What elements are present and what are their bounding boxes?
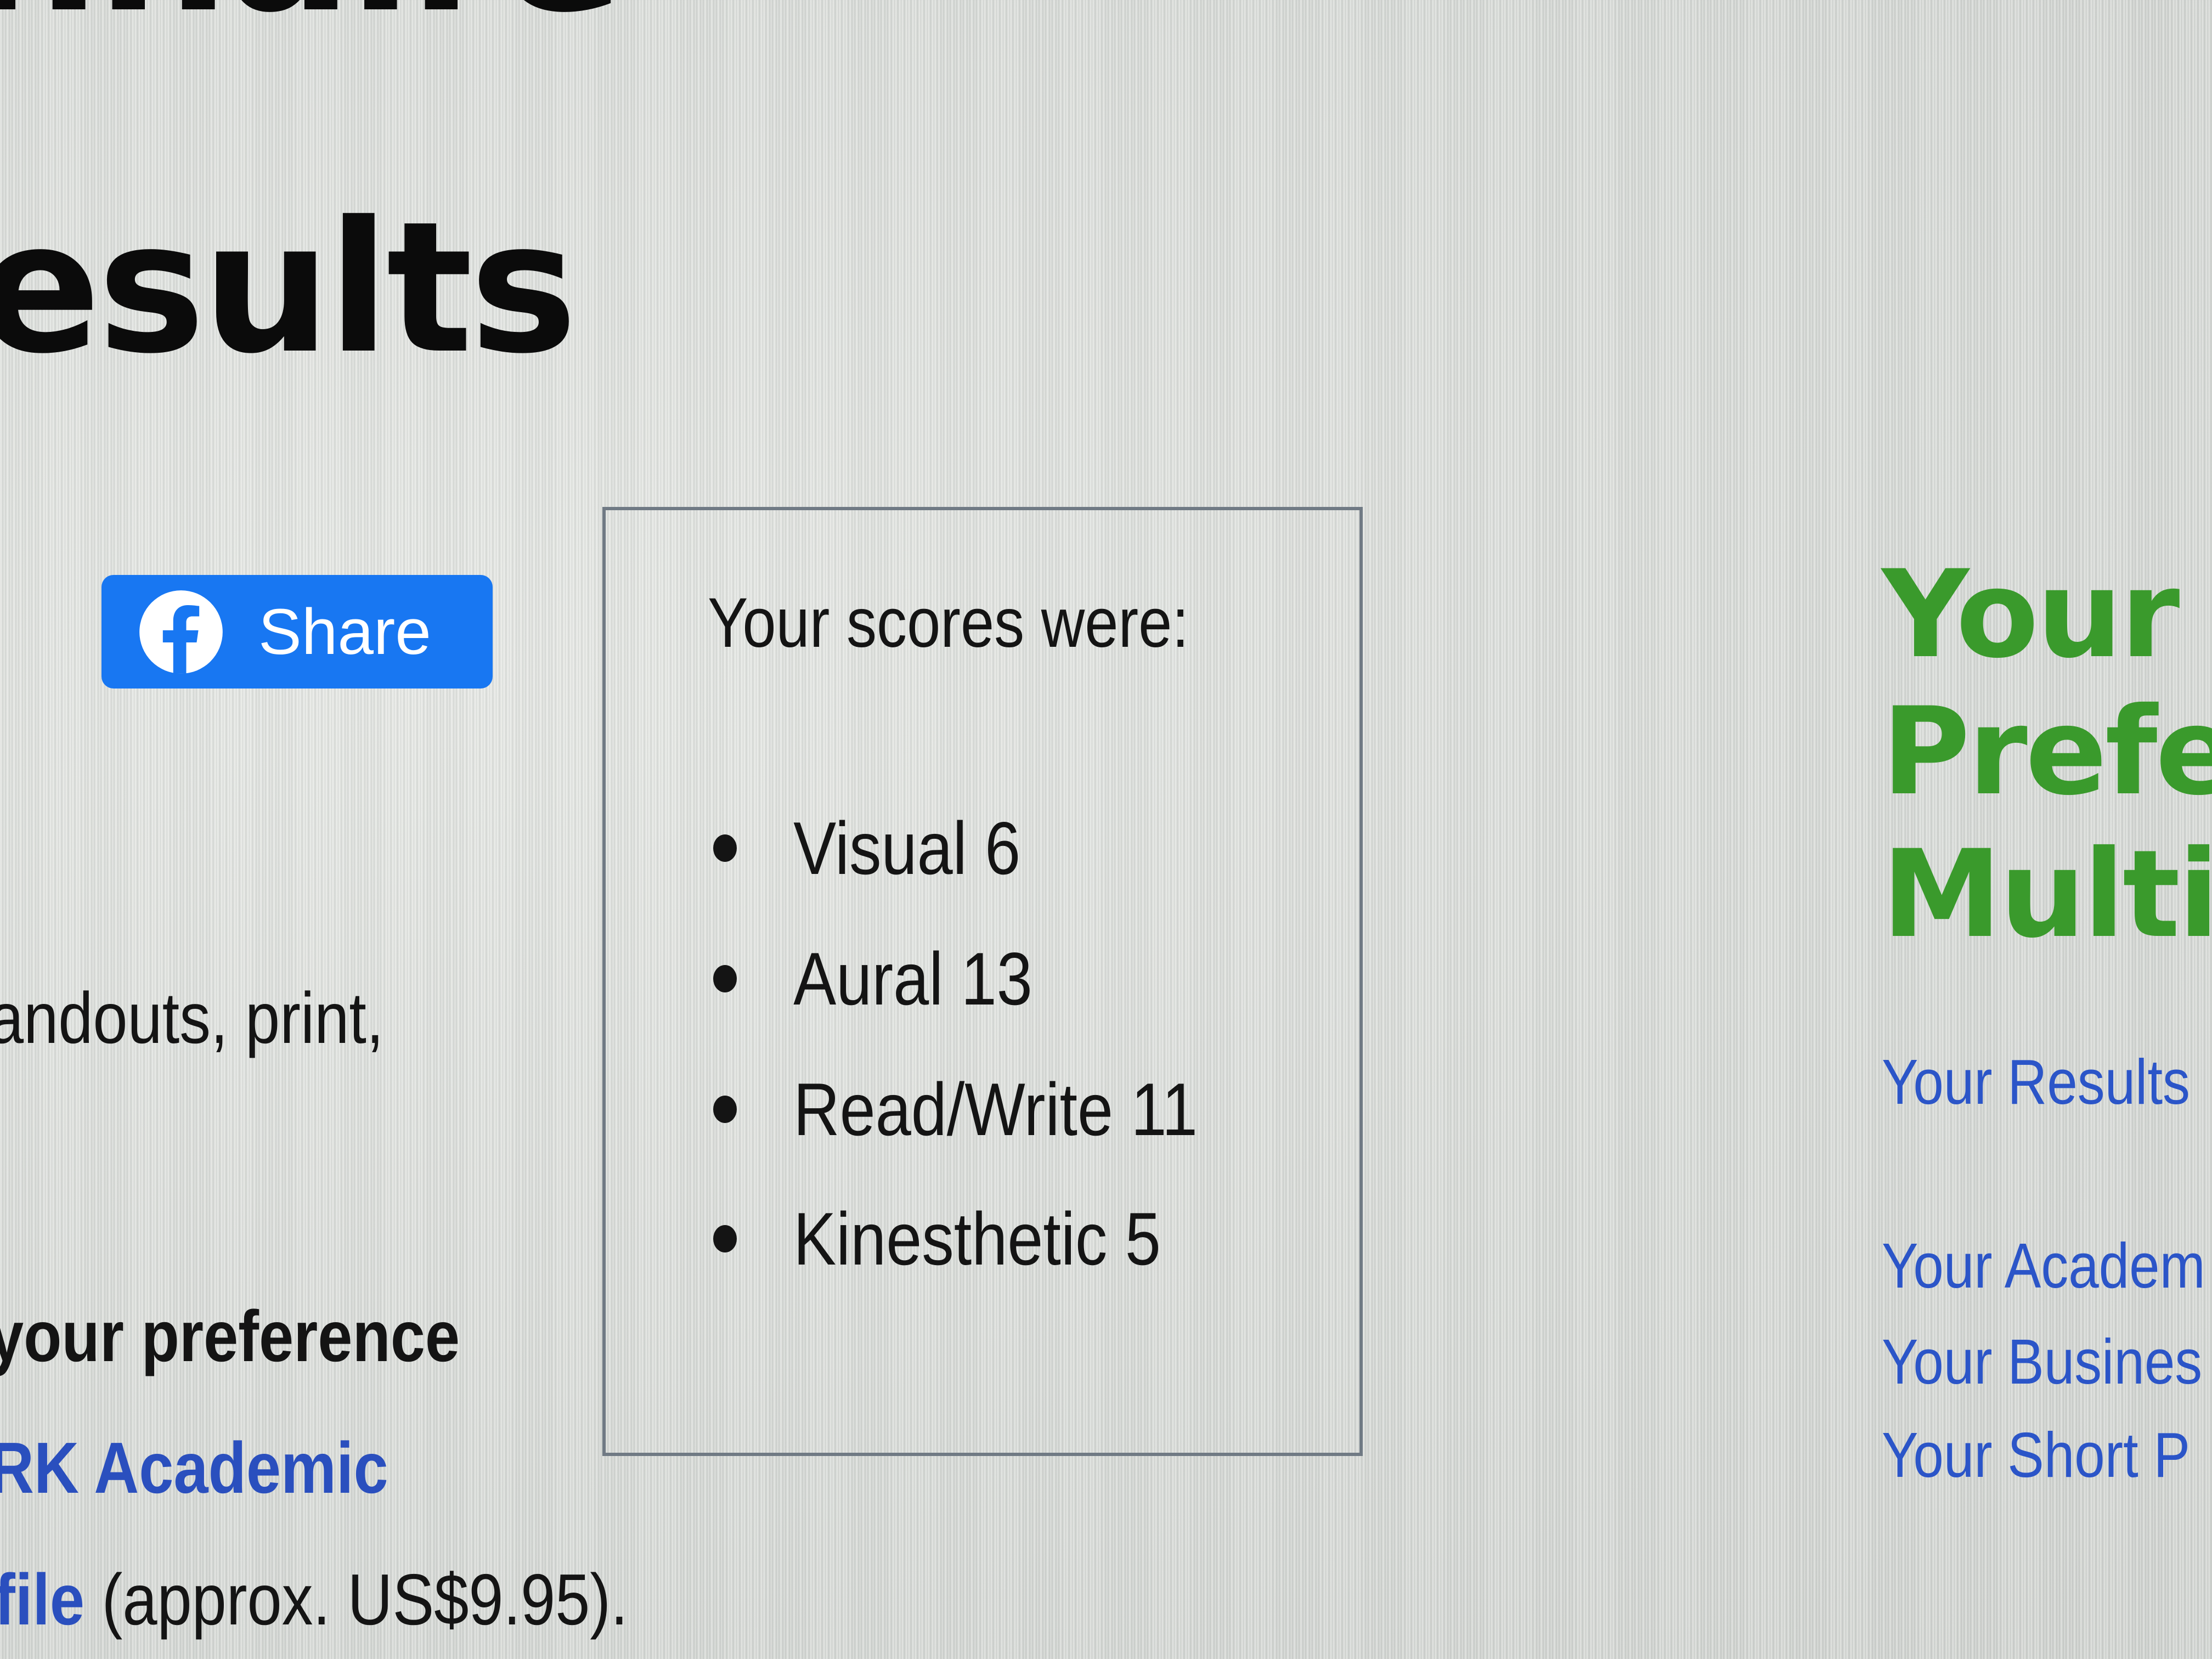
sidebar-link-short[interactable]: Your Short P (1882, 1418, 2190, 1492)
score-label: Visual 6 (793, 806, 1021, 890)
sidebar-heading-line: Your (1882, 544, 2180, 685)
score-item-visual: Visual 6 (713, 805, 1020, 891)
sidebar-link-business[interactable]: Your Busines (1882, 1325, 2202, 1398)
score-item-aural: Aural 13 (713, 936, 1032, 1022)
bullet-icon (713, 965, 737, 992)
price-line: file (approx. US$9.95). (0, 1558, 628, 1641)
score-item-read-write: Read/Write 11 (713, 1066, 1198, 1152)
sidebar-link-academic[interactable]: Your Academ (1882, 1229, 2205, 1302)
facebook-share-button[interactable]: Share (101, 575, 493, 689)
score-label: Kinesthetic 5 (793, 1197, 1161, 1280)
score-label: Aural 13 (793, 937, 1032, 1020)
vark-academic-link[interactable]: RK Academic (0, 1426, 388, 1509)
page-subtitle-fragment: esults (0, 183, 577, 393)
facebook-icon (139, 590, 223, 674)
score-item-kinesthetic: Kinesthetic 5 (713, 1196, 1161, 1282)
sidebar-heading-line: Prefe (1882, 681, 2212, 822)
page-title-fragment: nnaire (0, 0, 624, 38)
bullet-icon (713, 834, 737, 862)
price-text: (approx. US$9.95). (84, 1559, 628, 1640)
bullet-icon (713, 1225, 737, 1252)
body-text-line: andouts, print, (0, 978, 384, 1058)
score-label: Read/Write 11 (793, 1068, 1198, 1151)
body-text-bold-line: your preference (0, 1296, 460, 1376)
sidebar-link-results[interactable]: Your Results (1882, 1045, 2190, 1119)
scores-title: Your scores were: (708, 584, 1189, 662)
bullet-icon (713, 1096, 737, 1123)
profile-link[interactable]: file (0, 1559, 84, 1640)
share-label: Share (258, 595, 431, 668)
sidebar-heading-line: Multi (1882, 824, 2212, 964)
